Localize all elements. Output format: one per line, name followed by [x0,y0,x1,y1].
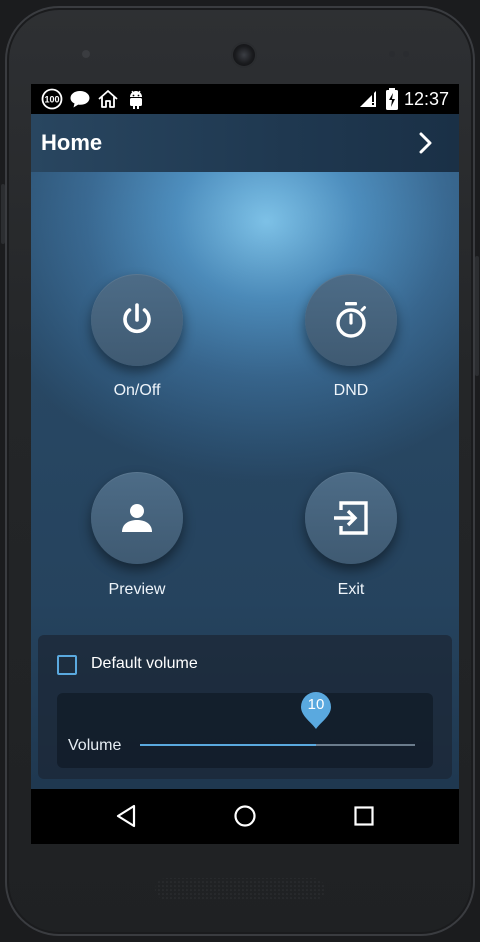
svg-text:100: 100 [44,95,59,105]
home-icon[interactable] [233,803,257,829]
volume-label: Volume [68,737,122,754]
phone-frame: 100 12:37 Home On/Off DND Preview Exit D… [1,6,479,936]
signal-icon [360,91,376,107]
back-icon[interactable] [115,803,137,829]
dnd-label: DND [333,382,369,399]
on-off-label: On/Off [113,382,161,399]
volume-slider-fill [140,744,316,746]
page-title: Home [41,130,103,155]
content-area: On/Off DND Preview Exit Default volume V… [31,172,459,789]
volume-slider-track[interactable] [140,744,415,746]
side-button [1,184,5,244]
speaker-grille [155,878,325,900]
exit-label: Exit [337,581,365,598]
default-volume-label[interactable]: Default volume [91,655,198,673]
volume-rocker [475,256,479,376]
home-outline-icon [98,90,118,108]
recents-icon[interactable] [353,803,375,829]
preview-label: Preview [108,581,166,598]
front-camera [233,44,255,66]
preview-button[interactable] [91,472,183,564]
hundred-icon: 100 [41,88,63,110]
chevron-right-icon[interactable] [417,132,433,154]
power-icon [123,303,151,334]
volume-settings-panel: Default volume Volume 10 [38,635,452,779]
volume-slider-thumb[interactable]: 10 [300,690,332,730]
navigation-bar [31,789,459,844]
dnd-button[interactable] [305,274,397,366]
chat-bubble-icon [70,91,90,108]
battery-charging-icon [386,88,398,110]
android-icon [130,90,142,109]
light-sensor-2 [403,51,409,57]
app-bar: Home [31,114,459,172]
on-off-button[interactable] [91,274,183,366]
proximity-sensor [82,50,90,58]
default-volume-checkbox[interactable] [57,655,77,675]
exit-icon [334,501,368,535]
stopwatch-icon [336,302,366,338]
screen: 100 12:37 Home On/Off DND Preview Exit D… [31,84,459,844]
volume-value: 10 [307,696,325,713]
status-bar: 100 12:37 [31,84,459,114]
person-icon [122,504,152,532]
status-time: 12:37 [403,89,449,109]
volume-slider-panel: Volume 10 [57,690,433,768]
exit-button[interactable] [305,472,397,564]
light-sensor [389,51,395,57]
